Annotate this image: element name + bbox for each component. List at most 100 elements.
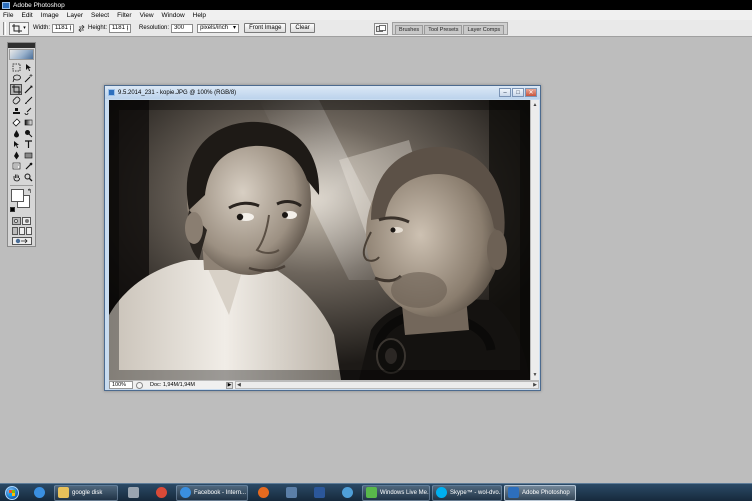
front-image-button[interactable]: Front Image [244,23,287,33]
shape-tool-icon[interactable] [22,150,34,161]
tab-tool-presets[interactable]: Tool Presets [424,25,463,34]
chevron-down-icon: ▾ [233,24,237,31]
taskbar-item-chrome[interactable] [148,485,174,501]
gradient-tool-icon[interactable] [22,117,34,128]
healing-brush-tool-icon[interactable] [10,95,22,106]
tab-layer-comps[interactable]: Layer Comps [463,25,505,34]
slice-tool-icon[interactable] [22,84,34,95]
standard-mode-icon[interactable] [11,217,21,225]
marquee-tool-icon[interactable] [10,62,22,73]
swap-colors-icon[interactable]: ↰ [27,188,32,195]
taskbar-item-windows-live-me[interactable]: Windows Live Me... [362,484,430,501]
clear-button[interactable]: Clear [290,23,315,33]
lasso-tool-icon[interactable] [10,73,22,84]
menu-layer[interactable]: Layer [67,12,83,19]
tab-brushes[interactable]: Brushes [395,25,424,34]
toolbox: ↰ [7,42,36,247]
menu-view[interactable]: View [140,12,154,19]
history-brush-tool-icon[interactable] [22,106,34,117]
width-input[interactable] [52,23,75,33]
scroll-up-icon[interactable]: ▲ [531,100,539,109]
width-label: Width: [33,25,51,31]
resolution-input[interactable] [171,23,194,33]
menu-bar: File Edit Image Layer Select Filter View… [0,10,752,20]
path-selection-tool-icon[interactable] [10,139,22,150]
swap-dimensions-icon[interactable] [78,24,85,32]
menu-filter[interactable]: Filter [117,12,131,19]
adobe-online-icon[interactable] [9,49,34,60]
menu-file[interactable]: File [3,12,13,19]
quick-mask-mode-icon[interactable] [22,217,32,225]
full-screen-mode-icon[interactable] [25,227,32,235]
clone-stamp-tool-icon[interactable] [10,106,22,117]
menu-edit[interactable]: Edit [21,12,32,19]
imageready-row [8,236,35,246]
sepia-photo-two-men [109,100,530,380]
zoom-tool-icon[interactable] [22,172,34,183]
status-menu-arrow-icon[interactable]: ▶ [226,381,233,389]
vertical-scrollbar[interactable]: ▲ ▼ [530,100,539,380]
foreground-color-swatch[interactable] [11,189,24,202]
word-icon [313,487,325,498]
crop-tool-icon[interactable] [10,84,22,95]
notes-tool-icon[interactable] [10,161,22,172]
start-button[interactable] [0,484,24,501]
menu-select[interactable]: Select [91,12,109,19]
taskbar-item-globe[interactable] [334,485,360,501]
scroll-right-icon[interactable]: ▶ [533,382,537,388]
minimize-button[interactable]: – [499,88,511,97]
options-bar-grip[interactable] [3,21,6,35]
horizontal-scrollbar[interactable]: ◀ ▶ [235,381,539,389]
document-titlebar[interactable]: 9.5.2014_231 - kopie.JPG @ 100% (RGB/8) … [105,86,540,99]
menu-image[interactable]: Image [41,12,59,19]
photoshop-logo-icon [2,1,10,9]
type-tool-icon[interactable] [22,139,34,150]
blur-tool-icon[interactable] [10,128,22,139]
tool-preset-picker[interactable]: ▾ [9,21,29,35]
folder-icon [58,487,69,498]
status-info-icon[interactable] [136,381,143,389]
app-title: Adobe Photoshop [13,1,65,9]
default-colors-icon[interactable] [10,207,15,212]
magic-wand-tool-icon[interactable] [22,73,34,84]
chrome-icon [155,487,167,498]
maximize-button[interactable]: □ [512,88,524,97]
photoshop-icon [508,487,519,498]
taskbar-item-firefox[interactable] [250,485,276,501]
file-browser-icon[interactable] [374,22,388,35]
jump-to-imageready-icon[interactable] [11,237,32,245]
app-titlebar[interactable]: Adobe Photoshop [0,0,752,10]
taskbar-item-adobe-photoshop[interactable]: Adobe Photoshop [504,484,576,501]
pen-tool-icon[interactable] [10,150,22,161]
menu-window[interactable]: Window [162,12,185,19]
menu-help[interactable]: Help [193,12,206,19]
globe-icon [341,487,353,498]
brush-tool-icon[interactable] [22,95,34,106]
taskbar-item-skype-wol-dvo[interactable]: Skype™ - wol-dvo... [432,484,502,501]
toolbox-titlebar[interactable] [8,43,35,48]
scroll-down-icon[interactable]: ▼ [531,370,539,379]
dodge-tool-icon[interactable] [22,128,34,139]
move-tool-icon[interactable] [22,62,34,73]
eraser-tool-icon[interactable] [10,117,22,128]
taskbar-item-arrow-app[interactable] [278,485,304,501]
resolution-unit-select[interactable]: pixels/inch ▾ [197,23,240,33]
taskbar-item-google-disk[interactable]: google disk [54,484,118,501]
close-button[interactable]: ✕ [525,88,537,97]
taskbar-item-facebook-intern[interactable]: Facebook - Intern... [176,484,248,501]
zoom-level-field[interactable]: 100% [109,381,133,389]
color-swatches: ↰ [10,188,33,214]
height-input[interactable] [109,23,132,33]
gear-icon [127,487,139,498]
standard-screen-mode-icon[interactable] [11,227,18,235]
scroll-left-icon[interactable]: ◀ [237,382,241,388]
document-size-info: Doc: 1,94M/1,94M [150,382,195,388]
taskbar-item-word[interactable] [306,485,332,501]
taskbar-item-ie[interactable] [26,485,52,501]
hand-tool-icon[interactable] [10,172,22,183]
palette-well-tabs: Brushes Tool Presets Layer Comps [392,22,509,35]
image-canvas[interactable] [109,100,530,380]
full-screen-menu-mode-icon[interactable] [18,227,25,235]
eyedropper-tool-icon[interactable] [22,161,34,172]
taskbar-item-gear[interactable] [120,485,146,501]
